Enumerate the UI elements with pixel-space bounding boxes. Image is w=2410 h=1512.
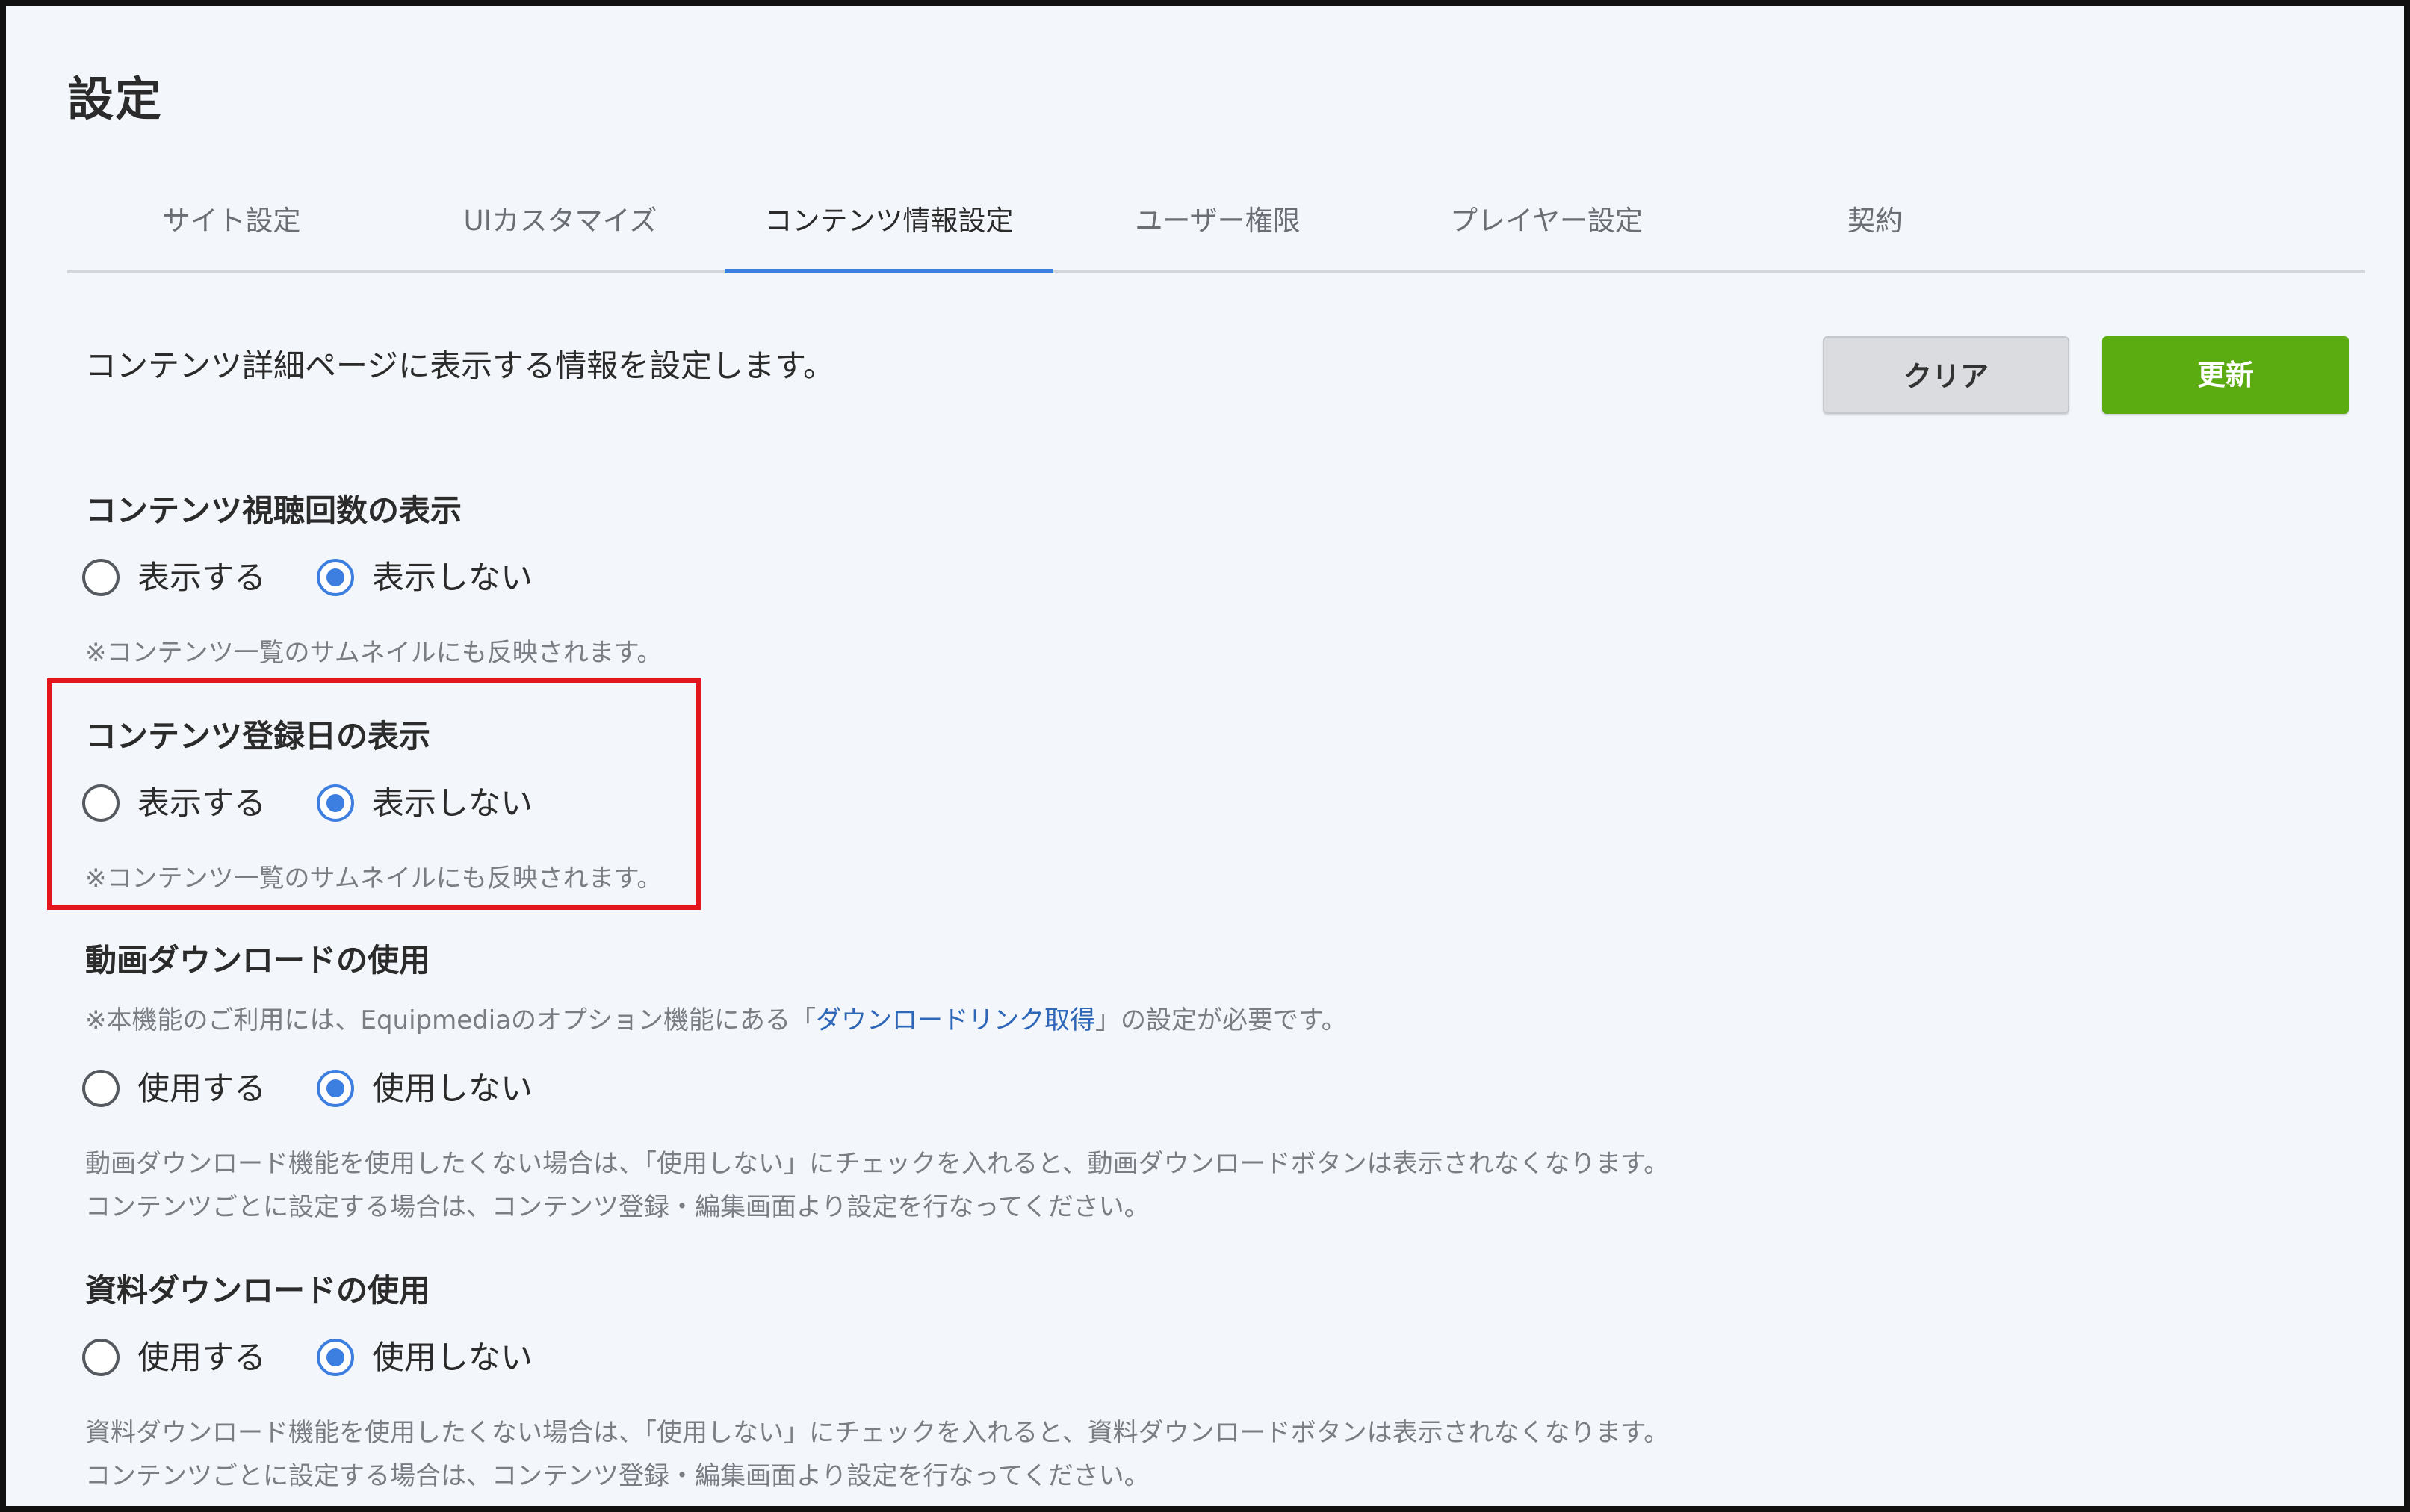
video-download-not-use-radio[interactable]: 使用しない bbox=[317, 1068, 556, 1113]
tab-site-settings[interactable]: サイト設定 bbox=[67, 178, 396, 270]
tab-player-settings[interactable]: プレイヤー設定 bbox=[1382, 178, 1711, 270]
radio-label: 表示する bbox=[137, 785, 266, 822]
video-download-heading: 動画ダウンロードの使用 bbox=[85, 942, 431, 979]
radio-unchecked-icon bbox=[82, 1070, 120, 1107]
radio-checked-icon bbox=[317, 1070, 354, 1107]
video-download-requirement: ※本機能のご利用には、Equipmediaのオプション機能にある「ダウンロードリ… bbox=[85, 1000, 1347, 1036]
requirement-suffix: 」の設定が必要です。 bbox=[1095, 1006, 1347, 1035]
radio-checked-icon bbox=[317, 1339, 354, 1376]
radio-checked-icon bbox=[317, 784, 354, 822]
settings-tabs: サイト設定 UIカスタマイズ コンテンツ情報設定 ユーザー権限 プレイヤー設定 … bbox=[67, 178, 2365, 273]
view-count-show-radio[interactable]: 表示する bbox=[82, 557, 276, 602]
radio-label: 表示しない bbox=[372, 560, 533, 597]
video-download-use-radio[interactable]: 使用する bbox=[82, 1068, 276, 1113]
material-download-use-radio[interactable]: 使用する bbox=[82, 1337, 276, 1382]
radio-label: 使用する bbox=[137, 1071, 266, 1108]
registration-date-heading: コンテンツ登録日の表示 bbox=[85, 718, 431, 755]
requirement-prefix: ※本機能のご利用には、Equipmediaのオプション機能にある「 bbox=[85, 1006, 817, 1035]
radio-unchecked-icon bbox=[82, 1339, 120, 1376]
view-count-note: ※コンテンツ一覧のサムネイルにも反映されます。 bbox=[85, 638, 663, 668]
page-description: コンテンツ詳細ページに表示する情報を設定します。 bbox=[85, 347, 834, 384]
radio-label: 使用する bbox=[137, 1339, 266, 1377]
settings-window: 設定 サイト設定 UIカスタマイズ コンテンツ情報設定 ユーザー権限 プレイヤー… bbox=[0, 0, 2410, 1512]
radio-unchecked-icon bbox=[82, 784, 120, 822]
registration-date-show-radio[interactable]: 表示する bbox=[82, 783, 276, 828]
video-download-note-line2: コンテンツごとに設定する場合は、コンテンツ登録・編集画面より設定を行なってくださ… bbox=[85, 1192, 1150, 1222]
download-link-setting-link[interactable]: ダウンロードリンク取得 bbox=[816, 1006, 1095, 1035]
tab-user-permissions[interactable]: ユーザー権限 bbox=[1053, 178, 1382, 270]
view-count-heading: コンテンツ視聴回数の表示 bbox=[85, 492, 462, 529]
material-download-heading: 資料ダウンロードの使用 bbox=[85, 1272, 431, 1309]
material-download-note-line1: 資料ダウンロード機能を使用したくない場合は、「使用しない」にチェックを入れると、… bbox=[85, 1418, 1670, 1448]
radio-label: 使用しない bbox=[372, 1071, 533, 1108]
tab-ui-customize[interactable]: UIカスタマイズ bbox=[396, 178, 725, 270]
page-title: 設定 bbox=[67, 72, 164, 126]
radio-label: 表示する bbox=[137, 560, 266, 597]
tab-content-info-settings[interactable]: コンテンツ情報設定 bbox=[725, 178, 1053, 273]
clear-button[interactable]: クリア bbox=[1823, 336, 2069, 414]
tab-contract[interactable]: 契約 bbox=[1711, 178, 2039, 270]
update-button[interactable]: 更新 bbox=[2102, 336, 2349, 414]
radio-label: 使用しない bbox=[372, 1339, 533, 1377]
registration-date-hide-radio[interactable]: 表示しない bbox=[317, 783, 556, 828]
radio-unchecked-icon bbox=[82, 559, 120, 596]
registration-date-note: ※コンテンツ一覧のサムネイルにも反映されます。 bbox=[85, 864, 663, 893]
material-download-not-use-radio[interactable]: 使用しない bbox=[317, 1337, 556, 1382]
video-download-note-line1: 動画ダウンロード機能を使用したくない場合は、「使用しない」にチェックを入れると、… bbox=[85, 1149, 1670, 1179]
material-download-note-line2: コンテンツごとに設定する場合は、コンテンツ登録・編集画面より設定を行なってくださ… bbox=[85, 1461, 1150, 1491]
radio-label: 表示しない bbox=[372, 785, 533, 822]
view-count-hide-radio[interactable]: 表示しない bbox=[317, 557, 556, 602]
radio-checked-icon bbox=[317, 559, 354, 596]
